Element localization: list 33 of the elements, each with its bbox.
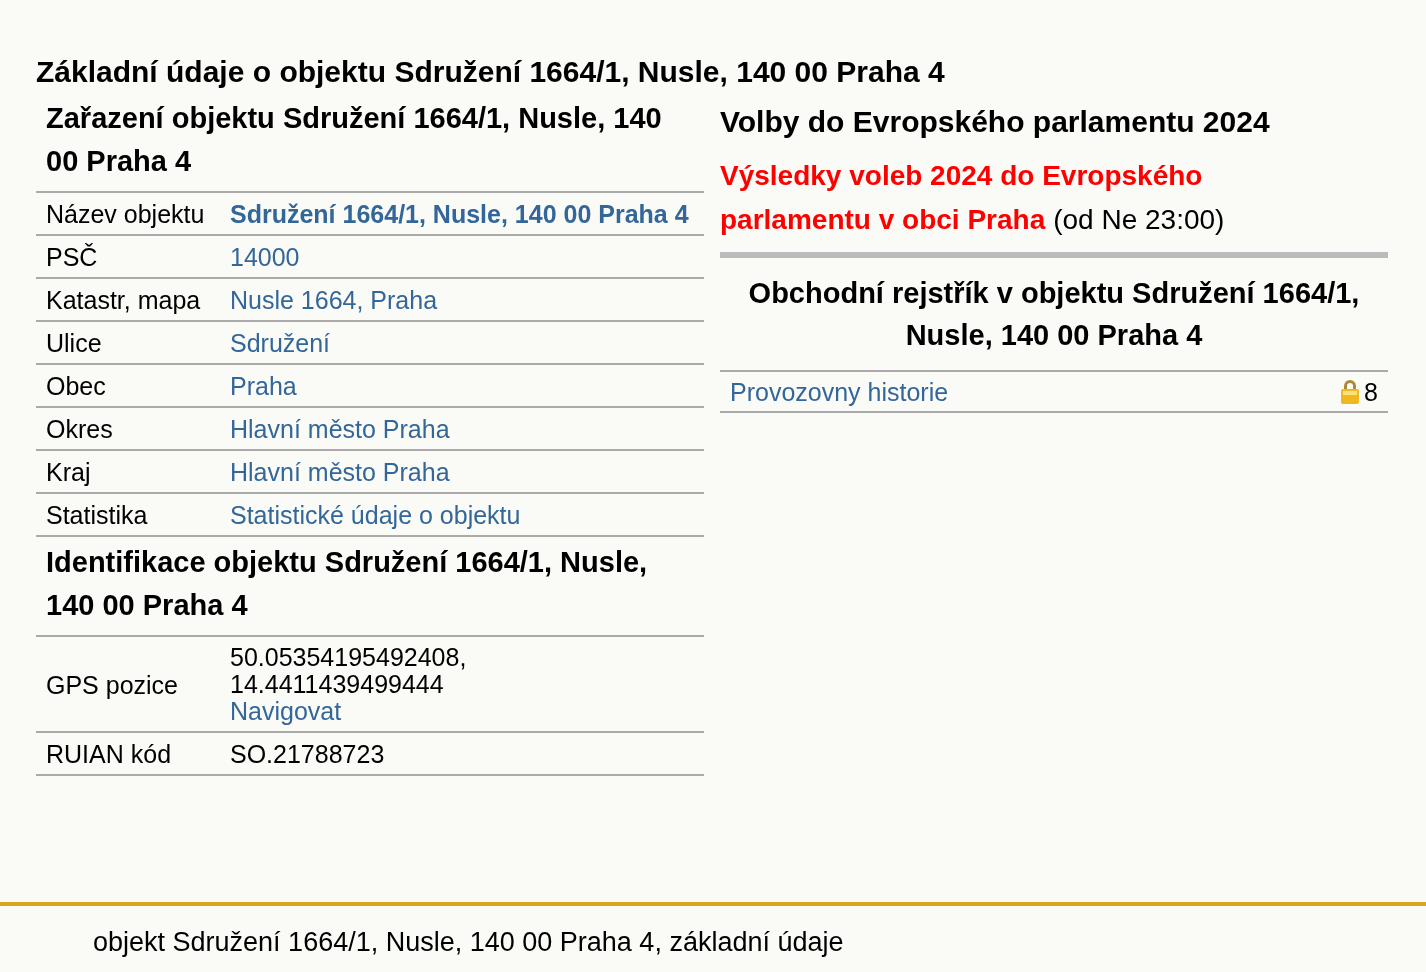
value-link[interactable]: Hlavní město Praha [230, 458, 450, 486]
elections-results-link[interactable]: parlamentu v obci Praha [720, 204, 1046, 235]
registry-heading: Obchodní rejstřík v objektu Sdružení 1664/1, Nusle, 140 00 Praha 4 [747, 276, 1361, 353]
row-label: Kraj [46, 458, 91, 486]
registry-link[interactable]: Provozovny historie [730, 378, 949, 406]
elections-time-note: (od Ne 23:00) [1053, 204, 1225, 235]
value-text: SO.21788723 [230, 740, 385, 768]
row-label: RUIAN kód [46, 740, 172, 768]
footer-text: objekt Sdružení 1664/1, Nusle, 140 00 Praha 4, základní údaje [93, 927, 844, 957]
row-label: Obec [46, 372, 106, 400]
row-label: Název objektu [46, 200, 205, 228]
value-link[interactable]: Statistické údaje o objektu [230, 501, 521, 529]
page-title: Základní údaje o objektu Sdružení 1664/1, Nusle, 140 00 Praha 4 [36, 54, 946, 90]
section-heading: Zařazení objektu Sdružení 1664/1, Nusle, 140 00 Praha 4 [45, 101, 663, 179]
row-label: Ulice [46, 329, 102, 357]
row-label: PSČ [46, 243, 98, 271]
value-text: 14.4411439499444 [230, 670, 444, 698]
value-link[interactable]: Nusle 1664, Praha [230, 286, 438, 314]
section-heading: Identifikace objektu Sdružení 1664/1, Nusle, 140 00 Praha 4 [45, 545, 649, 623]
value-link[interactable]: 14000 [230, 243, 300, 271]
registry-count: 8 [1364, 378, 1378, 406]
row-label: Katastr, mapa [46, 286, 201, 314]
value-link[interactable]: Sdružení 1664/1, Nusle, 140 00 Praha 4 [230, 199, 689, 228]
elections-results-link[interactable]: Výsledky voleb 2024 do Evropského [720, 160, 1203, 191]
row-label: Okres [46, 415, 113, 443]
value-link[interactable]: Praha [230, 372, 297, 400]
value-link[interactable]: Navigovat [230, 697, 342, 725]
value-text: 50.05354195492408, [230, 643, 467, 671]
elections-heading: Volby do Evropského parlamentu 2024 [720, 104, 1271, 140]
row-label: GPS pozice [46, 670, 178, 699]
value-link[interactable]: Hlavní město Praha [230, 415, 450, 443]
row-label: Statistika [46, 501, 148, 529]
value-link[interactable]: Sdružení [230, 329, 331, 357]
